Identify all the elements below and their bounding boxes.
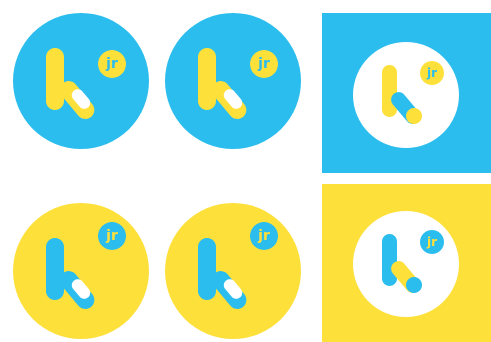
logo-k-stem (198, 238, 216, 300)
logo-variant-blue-circle-2: jr (164, 12, 302, 150)
logo-k-stem (46, 238, 64, 300)
logo-jr-text: jr (105, 56, 118, 72)
logo-k-stem (382, 65, 397, 117)
logo-jr-text: jr (257, 228, 270, 244)
logo-jr-text: jr (426, 235, 437, 249)
logo-variant-yellow-circle-1: jr (12, 202, 150, 340)
logo-k-stem (198, 48, 216, 110)
logo-jr-text: jr (426, 66, 437, 80)
logo-k-dot (406, 277, 422, 293)
logo-variant-yellow-circle-2: jr (164, 202, 302, 340)
logo-background-circle (165, 203, 301, 339)
logo-jr-text: jr (105, 228, 118, 244)
logo-k-stem (46, 48, 64, 110)
logo-k-stem (382, 234, 397, 286)
logo-variants-sheet: jr jr jr jr jr jr (0, 0, 491, 342)
logo-variant-yellow-square: jr (322, 184, 491, 342)
logo-background-circle (13, 203, 149, 339)
logo-variant-blue-square: jr (322, 13, 491, 173)
logo-jr-text: jr (257, 56, 270, 72)
logo-k-dot (406, 108, 422, 124)
logo-inner-white-circle (353, 42, 459, 148)
logo-background-circle (13, 13, 149, 149)
logo-background-circle (165, 13, 301, 149)
logo-variant-blue-circle-1: jr (12, 12, 150, 150)
logo-inner-white-circle (353, 211, 459, 317)
